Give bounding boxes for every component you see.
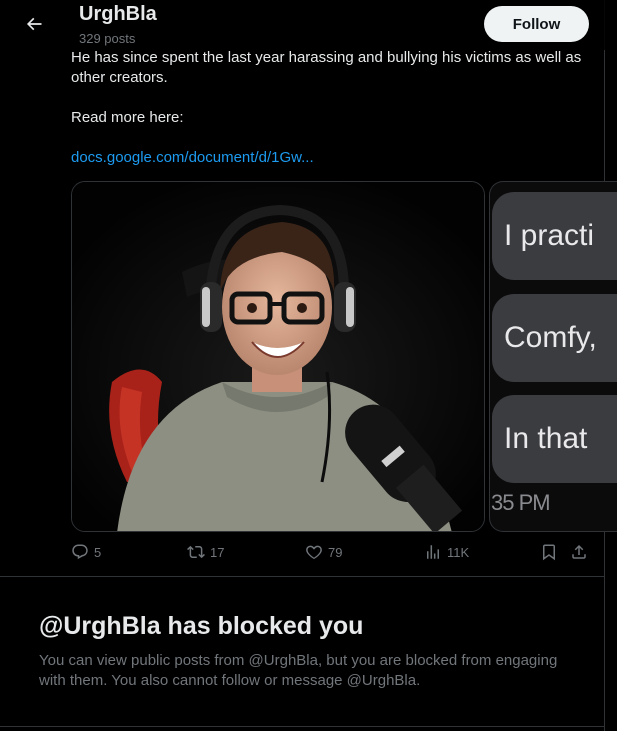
chat-bubble: I practi	[492, 192, 617, 280]
tweet-image-chat[interactable]: I practi Comfy, In that 35 PM	[489, 181, 617, 532]
reply-count: 5	[94, 544, 102, 560]
chat-bubble: In that	[492, 395, 617, 483]
section-divider	[0, 726, 605, 727]
arrow-left-icon	[26, 17, 42, 31]
profile-display-name: UrghBla	[79, 3, 157, 25]
streamer-photo	[72, 182, 484, 531]
tweet-text: He has since spent the last year harassi…	[71, 48, 591, 168]
like-button[interactable]: 79	[305, 543, 342, 561]
tweet-image-streamer[interactable]	[71, 181, 485, 532]
blocked-title: @UrghBla has blocked you	[39, 612, 364, 640]
share-icon	[572, 544, 586, 559]
heart-icon	[306, 545, 322, 560]
bookmark-button[interactable]	[540, 543, 558, 561]
tweet-paragraph: Read more here:	[71, 109, 184, 126]
post-count: 329 posts	[79, 31, 136, 46]
views-button[interactable]: 11K	[424, 543, 469, 561]
tweet-link[interactable]: docs.google.com/document/d/1Gw...	[71, 149, 314, 166]
chat-timestamp: 35 PM	[491, 490, 551, 515]
tweet-paragraph: He has since spent the last year harassi…	[71, 49, 582, 86]
reply-icon	[72, 544, 88, 560]
chat-bubble: Comfy,	[492, 294, 617, 382]
bookmark-icon	[543, 544, 555, 561]
share-button[interactable]	[570, 543, 588, 561]
reply-button[interactable]: 5	[71, 543, 101, 561]
views-chart-icon	[427, 545, 439, 559]
follow-button[interactable]: Follow	[484, 6, 589, 42]
blocked-description: You can view public posts from @UrghBla,…	[39, 652, 558, 689]
tweet-actions: 5 17 79 11K	[71, 543, 591, 567]
repost-count: 17	[210, 544, 225, 560]
back-button[interactable]	[18, 8, 50, 40]
section-divider	[0, 576, 605, 577]
views-count: 11K	[447, 544, 470, 560]
repost-button[interactable]: 17	[187, 543, 224, 561]
profile-header: UrghBla 329 posts Follow	[0, 0, 605, 50]
repost-icon	[187, 545, 205, 559]
like-count: 79	[328, 544, 343, 560]
